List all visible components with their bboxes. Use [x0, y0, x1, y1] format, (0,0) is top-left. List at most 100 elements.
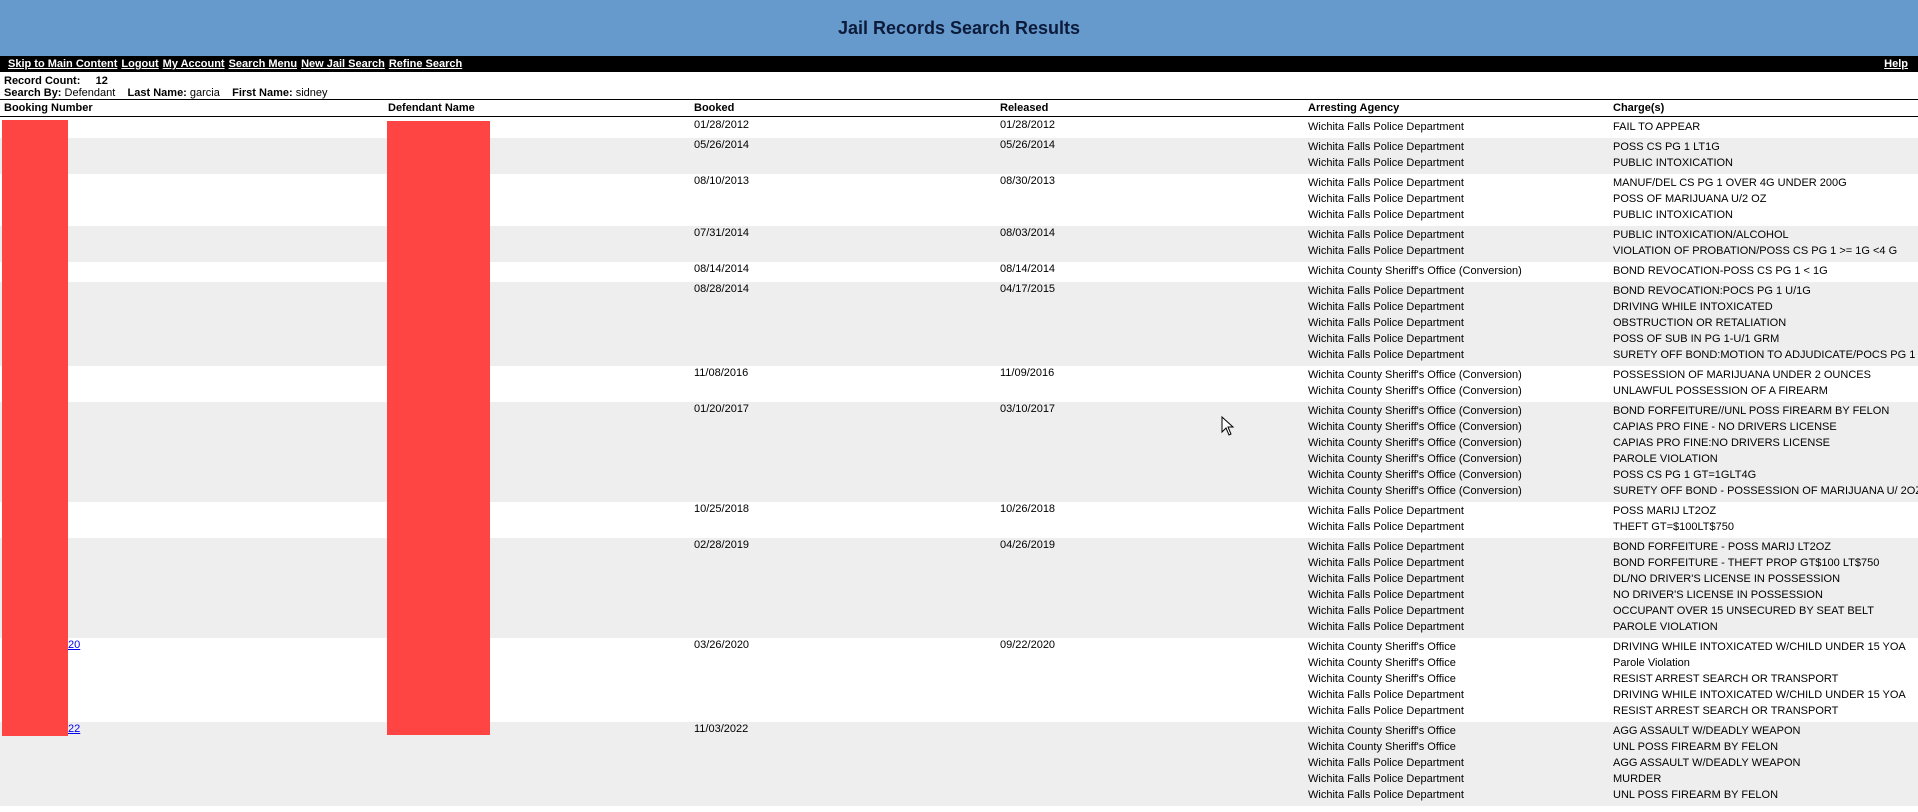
charge: PUBLIC INTOXICATION/ALCOHOL — [1613, 229, 1789, 241]
released-date: 01/28/2012 — [1000, 119, 1056, 131]
charge: PUBLIC INTOXICATION — [1613, 209, 1734, 221]
booking-number-link[interactable]: 22 — [68, 723, 80, 735]
charge: BOND FORFEITURE - THEFT PROP GT$100 LT$7… — [1613, 557, 1880, 569]
arresting-agency: Wichita Falls Police Department — [1308, 505, 1464, 517]
table-row: 05/26/2014 05/26/2014 Wichita Falls Police… — [0, 138, 1918, 174]
table-row: 08/10/2013 08/30/2013 Wichita Falls Police… — [0, 174, 1918, 226]
table-row: 02/28/2019 04/26/2019 Wichita Falls Police… — [0, 538, 1918, 638]
nav-link-help[interactable]: Help — [1884, 58, 1918, 70]
nav-link-new-jail-search[interactable]: New Jail Search — [301, 58, 385, 70]
arresting-agency: Wichita Falls Police Department — [1308, 605, 1464, 617]
booked-date: 07/31/2014 — [694, 227, 750, 239]
arresting-agency: Wichita County Sheriff's Office (Convers… — [1308, 437, 1522, 449]
booked-date: 01/20/2017 — [694, 403, 750, 415]
charge: RESIST ARREST SEARCH OR TRANSPORT — [1613, 673, 1839, 685]
table-row: 22 11/03/2022 Wichita County Sheriff's Off… — [0, 722, 1918, 806]
booked-date: 08/28/2014 — [694, 283, 750, 295]
charge: DRIVING WHILE INTOXICATED W/CHILD UNDER … — [1613, 641, 1906, 653]
arresting-agency: Wichita Falls Police Department — [1308, 121, 1464, 133]
redaction-defendant-name — [387, 121, 490, 735]
charge: BOND REVOCATION-POSS CS PG 1 < 1G — [1613, 265, 1828, 277]
released-date: 08/30/2013 — [1000, 175, 1056, 187]
arresting-agency: Wichita Falls Police Department — [1308, 209, 1464, 221]
table-row: 01/28/2012 01/28/2012 Wichita Falls Police… — [0, 118, 1918, 138]
arresting-agency: Wichita Falls Police Department — [1308, 229, 1464, 241]
released-date: 10/26/2018 — [1000, 503, 1056, 515]
charge: UNLAWFUL POSSESSION OF A FIREARM — [1613, 385, 1828, 397]
released-date: 11/09/2016 — [1000, 367, 1055, 379]
arresting-agency: Wichita Falls Police Department — [1308, 349, 1464, 361]
arresting-agency: Wichita Falls Police Department — [1308, 333, 1464, 345]
released-date: 08/14/2014 — [1000, 263, 1056, 275]
released-date: 09/22/2020 — [1000, 639, 1056, 651]
charge: BOND FORFEITURE - POSS MARIJ LT2OZ — [1613, 541, 1831, 553]
arresting-agency: Wichita County Sheriff's Office (Convers… — [1308, 469, 1522, 481]
arresting-agency: Wichita County Sheriff's Office — [1308, 657, 1456, 669]
charge: BOND FORFEITURE//UNL POSS FIREARM BY FEL… — [1613, 405, 1890, 417]
charge: UNL POSS FIREARM BY FELON — [1613, 789, 1779, 801]
nav-link-my-account[interactable]: My Account — [163, 58, 225, 70]
nav-link-search-menu[interactable]: Search Menu — [229, 58, 297, 70]
charge: BOND REVOCATION:POCS PG 1 U/1G — [1613, 285, 1811, 297]
col-header-charges: Charge(s) — [1613, 102, 1665, 114]
arresting-agency: Wichita Falls Police Department — [1308, 541, 1464, 553]
col-header-defendant-name: Defendant Name — [388, 102, 475, 114]
booking-number-cell: 22 — [68, 723, 80, 735]
arresting-agency: Wichita Falls Police Department — [1308, 301, 1464, 313]
nav-link-skip-to-main[interactable]: Skip to Main Content — [8, 58, 117, 70]
table-row: 08/14/2014 08/14/2014 Wichita County Sheri… — [0, 262, 1918, 282]
booking-number-cell: 20 — [68, 639, 80, 651]
booked-date: 02/28/2019 — [694, 539, 750, 551]
table-top-rule — [0, 99, 1918, 100]
arresting-agency: Wichita Falls Police Department — [1308, 621, 1464, 633]
arresting-agency: Wichita Falls Police Department — [1308, 589, 1464, 601]
charge: Parole Violation — [1613, 657, 1690, 669]
charge: THEFT GT=$100LT$750 — [1613, 521, 1734, 533]
table-row: 20 03/26/2020 09/22/2020 Wichita County She… — [0, 638, 1918, 722]
charge: PAROLE VIOLATION — [1613, 453, 1718, 465]
record-count-value: 12 — [95, 75, 108, 87]
released-date: 08/03/2014 — [1000, 227, 1056, 239]
charge: MANUF/DEL CS PG 1 OVER 4G UNDER 200G — [1613, 177, 1847, 189]
arresting-agency: Wichita County Sheriff's Office (Convers… — [1308, 485, 1522, 497]
charge: DRIVING WHILE INTOXICATED W/CHILD UNDER … — [1613, 689, 1906, 701]
table-row: 01/20/2017 03/10/2017 Wichita County Sheri… — [0, 402, 1918, 502]
arresting-agency: Wichita Falls Police Department — [1308, 141, 1464, 153]
arresting-agency: Wichita County Sheriff's Office (Convers… — [1308, 265, 1522, 277]
arresting-agency: Wichita County Sheriff's Office — [1308, 673, 1456, 685]
search-by-label: Search By: — [4, 87, 62, 99]
charge: DL/NO DRIVER'S LICENSE IN POSSESSION — [1613, 573, 1841, 585]
search-summary: Record Count: 12 Search By: Defendant La… — [4, 75, 328, 99]
arresting-agency: Wichita County Sheriff's Office (Convers… — [1308, 421, 1522, 433]
booking-number-link[interactable]: 20 — [68, 639, 80, 651]
booked-date: 08/14/2014 — [694, 263, 750, 275]
charge: PAROLE VIOLATION — [1613, 621, 1718, 633]
arresting-agency: Wichita County Sheriff's Office (Convers… — [1308, 405, 1522, 417]
released-date: 05/26/2014 — [1000, 139, 1056, 151]
record-count-label: Record Count: — [4, 75, 81, 87]
charge: AGG ASSAULT W/DEADLY WEAPON — [1613, 725, 1801, 737]
charge: FAIL TO APPEAR — [1613, 121, 1701, 133]
last-name-label: Last Name: — [127, 87, 187, 99]
arresting-agency: Wichita Falls Police Department — [1308, 557, 1464, 569]
first-name-label: First Name: — [232, 87, 293, 99]
arresting-agency: Wichita Falls Police Department — [1308, 789, 1464, 801]
col-header-booking-number: Booking Number — [4, 102, 93, 114]
table-row: 10/25/2018 10/26/2018 Wichita Falls Police… — [0, 502, 1918, 538]
page-title: Jail Records Search Results — [837, 17, 1081, 38]
col-header-booked: Booked — [694, 102, 735, 114]
charge: NO DRIVER'S LICENSE IN POSSESSION — [1613, 589, 1823, 601]
charge: POSS OF SUB IN PG 1-U/1 GRM — [1613, 333, 1780, 345]
arresting-agency: Wichita Falls Police Department — [1308, 757, 1464, 769]
booked-date: 11/03/2022 — [694, 723, 749, 735]
arresting-agency: Wichita Falls Police Department — [1308, 193, 1464, 205]
charge: MURDER — [1613, 773, 1662, 785]
booked-date: 10/25/2018 — [694, 503, 750, 515]
nav-link-logout[interactable]: Logout — [121, 58, 158, 70]
charge: POSS CS PG 1 LT1G — [1613, 141, 1720, 153]
nav-link-refine-search[interactable]: Refine Search — [389, 58, 462, 70]
booked-date: 11/08/2016 — [694, 367, 749, 379]
arresting-agency: Wichita County Sheriff's Office — [1308, 725, 1456, 737]
page-header: Jail Records Search Results — [0, 0, 1918, 56]
arresting-agency: Wichita Falls Police Department — [1308, 245, 1464, 257]
